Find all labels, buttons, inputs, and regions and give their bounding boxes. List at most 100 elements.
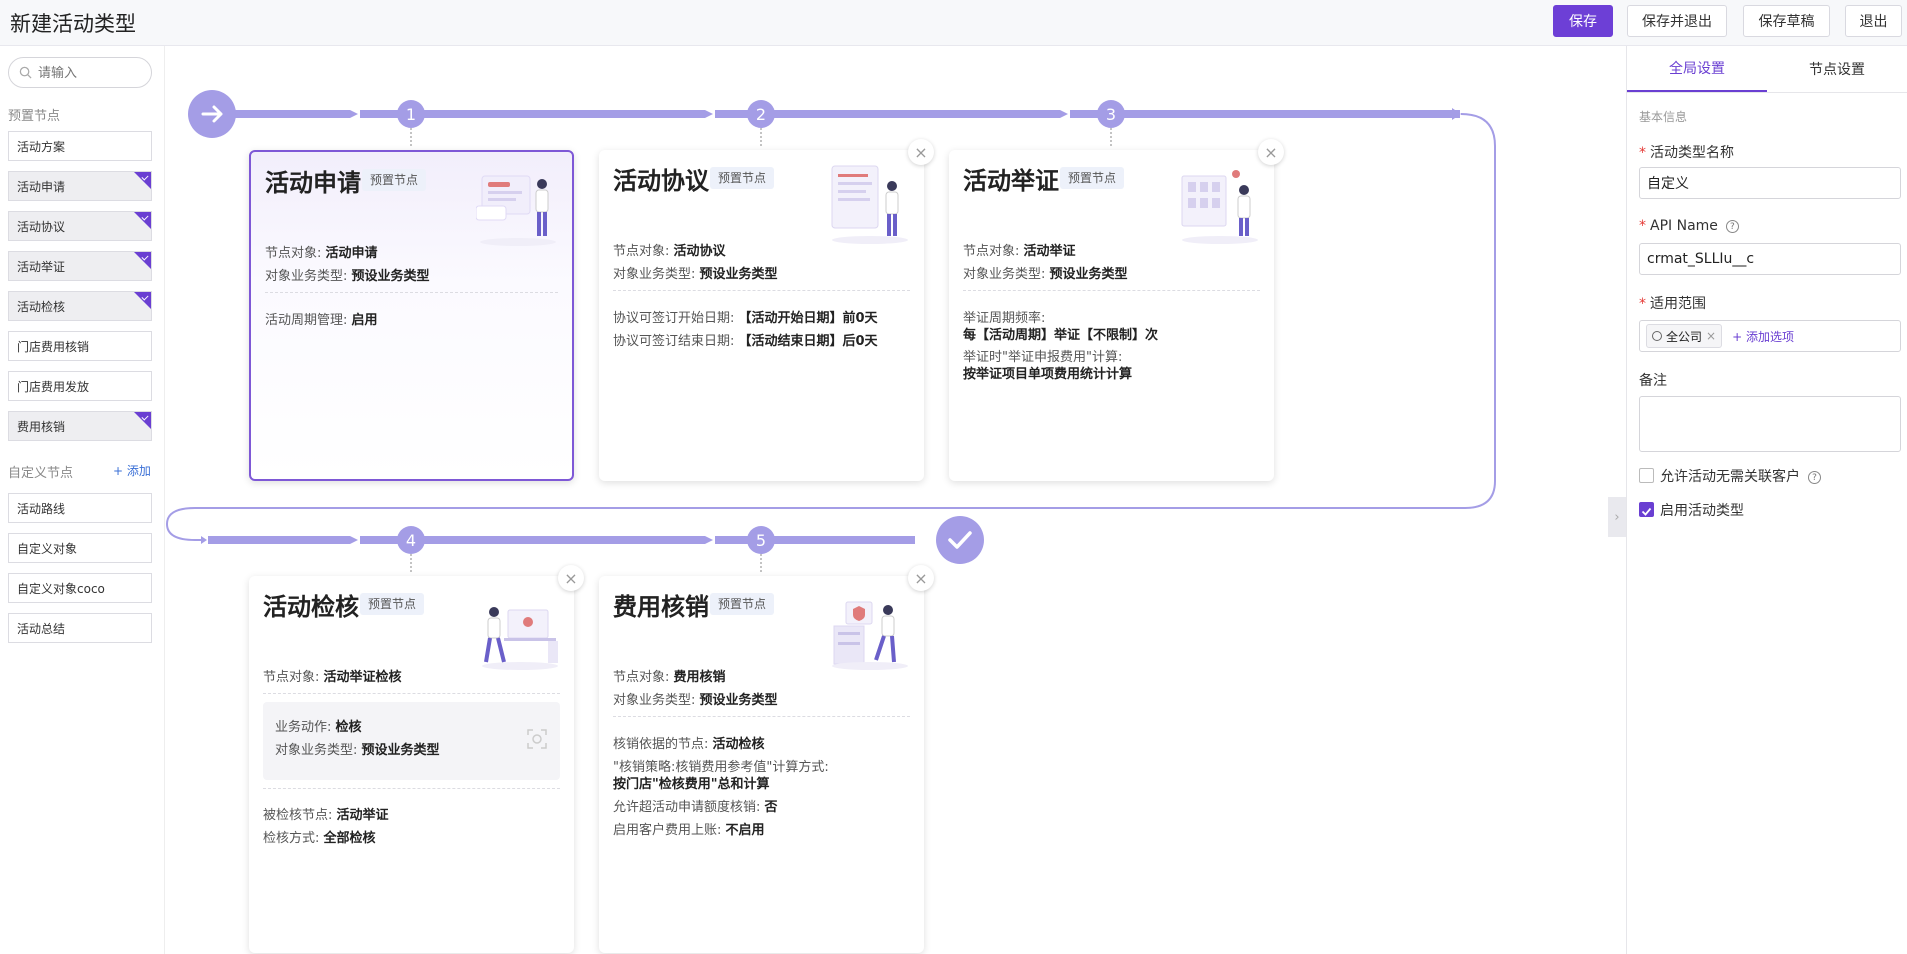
chip-remove-icon[interactable]: ×: [1706, 329, 1716, 343]
remove-node-button[interactable]: ×: [908, 565, 934, 591]
divider: [613, 290, 910, 291]
org-icon: [1652, 331, 1662, 341]
document-illustration: [831, 165, 908, 244]
business-type-row: 对象业务类型: 预设业务类型: [613, 693, 778, 708]
writeoff-policy-value: 按门店"检核费用"总和计算: [613, 777, 770, 792]
palette-item-used[interactable]: 费用核销: [8, 411, 152, 441]
preset-tag: 预置节点: [1060, 167, 1125, 189]
enable-activity-type-checkbox[interactable]: [1639, 502, 1654, 517]
collapse-panel-toggle[interactable]: ›: [1608, 497, 1626, 537]
preset-tag: 预置节点: [710, 167, 775, 189]
node-card-activity-agreement[interactable]: 活动协议 预置节点 节点对象: 活动协议 对象业务类型: 预设业务类型 协议可签…: [599, 150, 924, 481]
node-card-expense-writeoff[interactable]: 费用核销 预置节点 节点对象: 费用核销 对象业务类型: 预设业务类型 核销依据…: [599, 576, 924, 953]
step-number: 4: [406, 531, 416, 550]
palette-item-used[interactable]: 活动举证: [8, 251, 152, 281]
palette-item[interactable]: 活动方案: [8, 131, 152, 161]
divider: [613, 716, 910, 717]
proof-calc-value: 按举证项目单项费用统计计算: [963, 367, 1133, 382]
search-input[interactable]: [38, 65, 138, 80]
step-number: 5: [756, 531, 766, 550]
proof-frequency-value: 每【活动周期】举证【不限制】次: [963, 328, 1159, 343]
person-at-desk-illustration: [482, 607, 558, 670]
step-number: 3: [1106, 105, 1116, 124]
card-title: 活动申请: [265, 169, 361, 197]
tab-node-settings[interactable]: 节点设置: [1767, 46, 1907, 92]
card-title: 活动检核: [263, 593, 359, 621]
customer-account-row: 启用客户费用上账: 不启用: [613, 823, 765, 838]
scope-chip: 全公司 ×: [1646, 324, 1723, 348]
flow-canvas: 1 2 3 4 5 活动申请 预置节点 节点对象: 活动申请 对象业务类型: 预…: [165, 46, 1626, 954]
node-card-activity-inspection[interactable]: 活动检核 预置节点 节点对象: 活动举证检核 业务动作: 检核 对象业务类型: …: [249, 576, 574, 953]
section-title: 基本信息: [1639, 110, 1688, 124]
custom-nodes-label: 自定义节点: [8, 466, 74, 481]
save-and-exit-button[interactable]: 保存并退出: [1627, 5, 1727, 37]
step-number: 2: [756, 105, 766, 124]
palette-item-used[interactable]: 活动协议: [8, 211, 152, 241]
node-object-row: 节点对象: 活动协议: [613, 244, 726, 259]
preset-nodes-label: 预置节点: [8, 109, 61, 124]
search-icon: [19, 66, 32, 79]
node-palette: 预置节点 活动方案 活动申请 活动协议 活动举证 活动检核 门店费用核销 门店费…: [0, 46, 165, 954]
remark-label: 备注: [1639, 373, 1667, 389]
palette-item[interactable]: 门店费用发放: [8, 371, 152, 401]
business-type-row: 对象业务类型: 预设业务类型: [265, 269, 430, 284]
divider: [265, 292, 558, 293]
preset-tag: 预置节点: [360, 593, 425, 615]
add-option-link[interactable]: + 添加选项: [1732, 328, 1794, 345]
palette-item-used[interactable]: 活动检核: [8, 291, 152, 321]
business-action-row: 业务动作: 检核: [275, 720, 362, 735]
node-object-row: 节点对象: 活动举证: [963, 244, 1076, 259]
settings-tabs: 全局设置 节点设置: [1627, 46, 1907, 93]
remove-node-button[interactable]: ×: [558, 565, 584, 591]
remark-textarea[interactable]: [1639, 396, 1901, 452]
palette-item[interactable]: 活动路线: [8, 493, 152, 523]
exit-button[interactable]: 退出: [1845, 5, 1902, 37]
api-name-label: * API Name?: [1639, 218, 1739, 234]
business-type-row: 对象业务类型: 预设业务类型: [275, 743, 440, 758]
save-draft-button[interactable]: 保存草稿: [1743, 5, 1830, 37]
allow-no-customer-checkbox[interactable]: [1639, 468, 1654, 483]
palette-item-used[interactable]: 活动申请: [8, 171, 152, 201]
card-title: 费用核销: [613, 593, 709, 621]
node-object-row: 节点对象: 费用核销: [613, 670, 726, 685]
node-object-row: 节点对象: 活动申请: [265, 246, 378, 261]
top-toolbar: 新建活动类型 保存 保存并退出 保存草稿 退出: [0, 0, 1907, 46]
sign-end-row: 协议可签订结束日期: 【活动结束日期】后0天: [613, 334, 878, 349]
palette-item[interactable]: 活动总结: [8, 613, 152, 643]
preset-tag: 预置节点: [710, 593, 775, 615]
checkmark-icon: [1641, 507, 1652, 516]
add-custom-node-link[interactable]: + 添加: [113, 462, 151, 479]
remove-node-button[interactable]: ×: [908, 139, 934, 165]
help-icon[interactable]: ?: [1725, 220, 1739, 233]
card-title: 活动举证: [963, 167, 1059, 195]
node-card-activity-apply[interactable]: 活动申请 预置节点 节点对象: 活动申请 对象业务类型: 预设业务类型 活动周期…: [249, 150, 574, 481]
step-number: 1: [406, 105, 416, 124]
api-name-input[interactable]: crmat_SLLIu__c: [1639, 243, 1901, 275]
save-button[interactable]: 保存: [1553, 5, 1613, 37]
node-object-row: 节点对象: 活动举证检核: [263, 670, 402, 685]
remove-node-button[interactable]: ×: [1258, 139, 1284, 165]
divider: [263, 788, 560, 789]
enable-activity-type-label: 启用活动类型: [1660, 503, 1744, 519]
scope-select[interactable]: 全公司 × + 添加选项: [1639, 320, 1901, 352]
business-type-row: 对象业务类型: 预设业务类型: [613, 267, 778, 282]
tab-global-settings[interactable]: 全局设置: [1627, 46, 1767, 92]
palette-item[interactable]: 自定义对象coco: [8, 573, 152, 603]
palette-item[interactable]: 自定义对象: [8, 533, 152, 563]
scope-label: * 适用范围: [1639, 296, 1706, 312]
node-card-activity-proof[interactable]: 活动举证 预置节点 节点对象: 活动举证 对象业务类型: 预设业务类型 举证周期…: [949, 150, 1274, 481]
page-title: 新建活动类型: [10, 12, 136, 36]
divider: [963, 290, 1260, 291]
search-box[interactable]: [8, 57, 152, 88]
help-icon[interactable]: ?: [1808, 471, 1821, 484]
activity-type-name-input[interactable]: 自定义: [1639, 167, 1901, 199]
allow-no-customer-label: 允许活动无需关联客户?: [1660, 466, 1821, 486]
palette-item[interactable]: 门店费用核销: [8, 331, 152, 361]
writeoff-basis-row: 核销依据的节点: 活动检核: [613, 737, 765, 752]
inspection-mode-row: 检核方式: 全部检核: [263, 831, 376, 846]
settings-panel: 全局设置 节点设置 基本信息 * 活动类型名称 自定义 * API Name? cr…: [1626, 46, 1907, 954]
inspection-action-box: 业务动作: 检核 对象业务类型: 预设业务类型: [263, 702, 560, 780]
business-type-row: 对象业务类型: 预设业务类型: [963, 267, 1128, 282]
preset-tag: 预置节点: [362, 169, 427, 191]
card-title: 活动协议: [613, 167, 709, 195]
